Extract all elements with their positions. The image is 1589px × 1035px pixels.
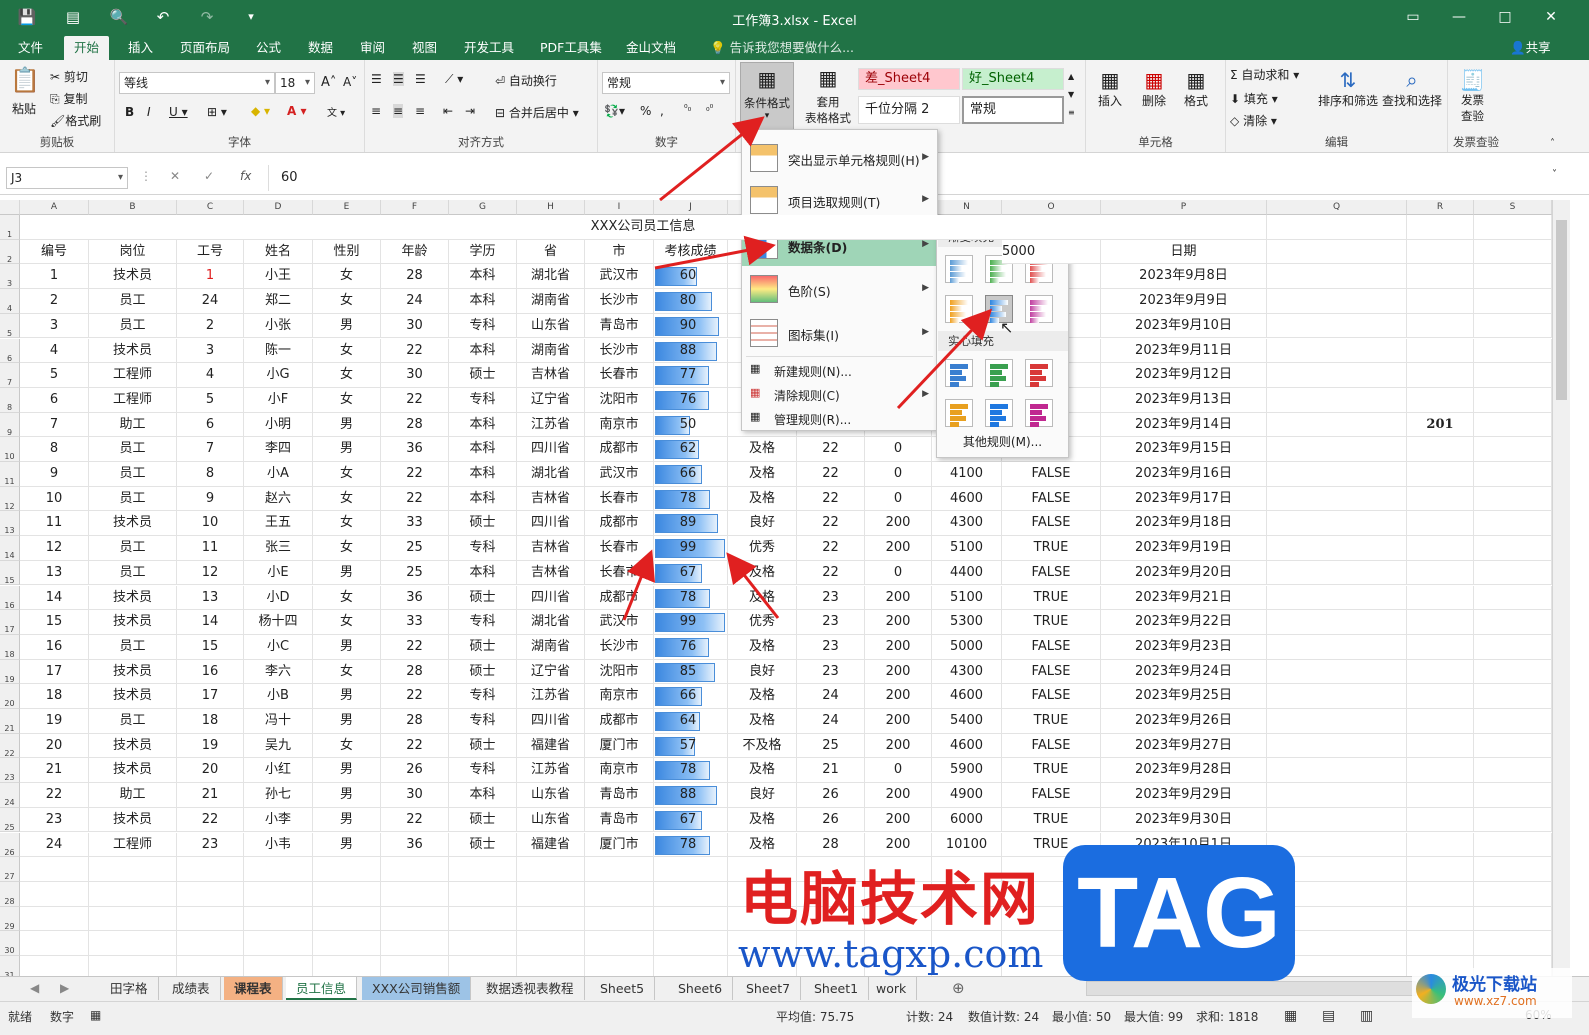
annotation-arrows <box>622 116 993 621</box>
arrow-to-data-bars <box>654 235 776 270</box>
arrow-to-cond-format <box>659 116 765 202</box>
mouse-cursor-icon: ↖ <box>1000 318 1014 337</box>
arrow-to-bar-99 <box>622 549 656 621</box>
arrow-to-rating <box>726 552 780 619</box>
arrow-to-gradient-blue <box>896 308 993 410</box>
